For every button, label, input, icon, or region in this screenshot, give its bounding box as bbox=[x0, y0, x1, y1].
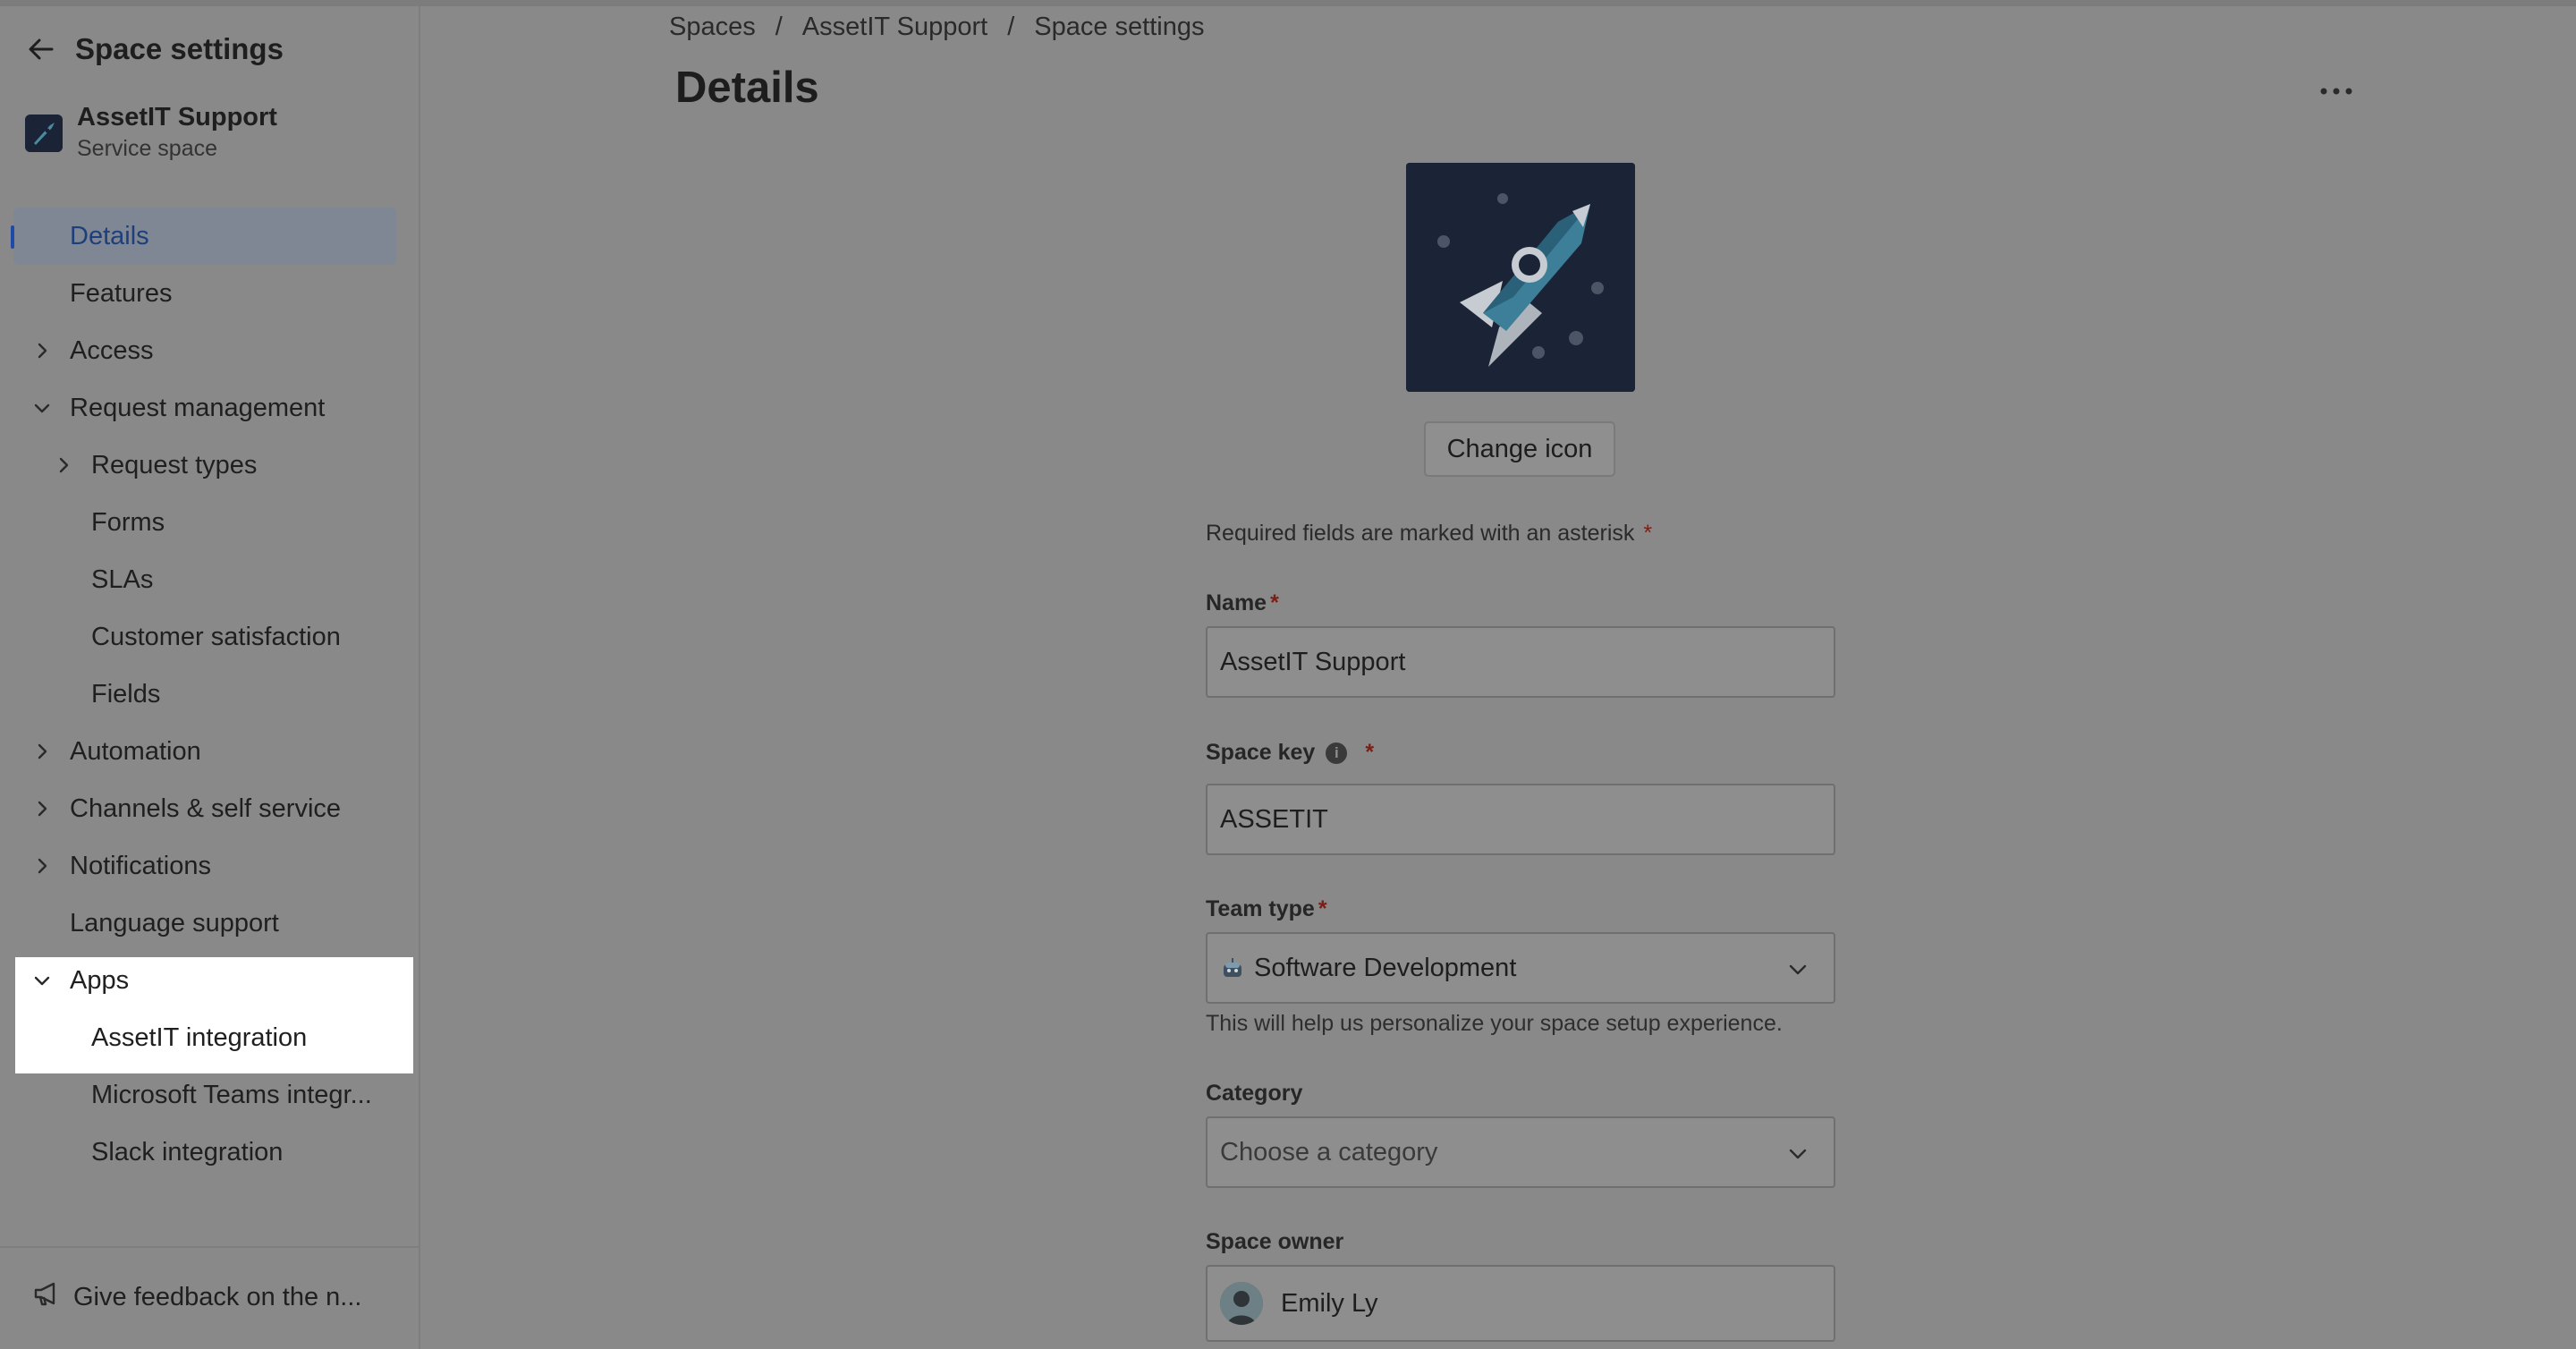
team-type-value: Software Development bbox=[1254, 953, 1517, 982]
space-key-input[interactable]: ASSETIT bbox=[1206, 784, 1835, 855]
team-type-select[interactable]: Software Development bbox=[1206, 932, 1835, 1004]
chevron-down-icon bbox=[1785, 957, 1810, 982]
chevron-right-icon[interactable] bbox=[30, 338, 55, 363]
sidebar-item-label: Fields bbox=[91, 679, 161, 708]
chevron-right-icon[interactable] bbox=[51, 453, 76, 478]
sidebar-item-channels[interactable]: Channels & self service bbox=[13, 780, 396, 837]
sidebar-item-request-management[interactable]: Request management bbox=[13, 379, 396, 437]
sidebar-title: Space settings bbox=[75, 32, 284, 65]
sidebar-item-label: Apps bbox=[70, 965, 130, 995]
sidebar-item-access[interactable]: Access bbox=[13, 322, 396, 379]
sidebar-item-fields[interactable]: Fields bbox=[13, 666, 396, 723]
back-arrow-icon[interactable] bbox=[23, 31, 59, 67]
breadcrumb-item[interactable]: AssetIT Support bbox=[802, 13, 987, 42]
sidebar-item-features[interactable]: Features bbox=[13, 265, 396, 322]
name-label: Name * bbox=[1206, 590, 1279, 616]
sidebar-item-automation[interactable]: Automation bbox=[13, 723, 396, 780]
breadcrumb-separator: / bbox=[775, 12, 783, 41]
sidebar-item-label: AssetIT integration bbox=[91, 1022, 308, 1052]
sidebar-item-assetit-integration[interactable]: AssetIT integration bbox=[13, 1009, 396, 1066]
chevron-right-icon[interactable] bbox=[30, 796, 55, 821]
change-icon-button[interactable]: Change icon bbox=[1424, 421, 1615, 477]
category-select[interactable]: Choose a category bbox=[1206, 1116, 1835, 1188]
sidebar-header: Space settings bbox=[23, 27, 284, 72]
category-label: Category bbox=[1206, 1081, 1302, 1107]
feedback-label: Give feedback on the n... bbox=[73, 1282, 362, 1311]
space-key-input-value: ASSETIT bbox=[1220, 804, 1328, 834]
sidebar-bottom-divider bbox=[0, 1246, 419, 1248]
breadcrumb-item[interactable]: Spaces bbox=[669, 13, 756, 42]
space-key-label-text: Space key bbox=[1206, 740, 1316, 765]
sidebar-item-label: Channels & self service bbox=[70, 793, 342, 823]
space-owner-value: Emily Ly bbox=[1281, 1288, 1378, 1318]
project-header: AssetIT Support Service space bbox=[25, 100, 277, 163]
sidebar-item-label: Access bbox=[70, 335, 154, 365]
sidebar-item-label: Customer satisfaction bbox=[91, 622, 341, 651]
sidebar-item-language-support[interactable]: Language support bbox=[13, 895, 396, 952]
project-avatar bbox=[25, 115, 63, 152]
chevron-down-icon[interactable] bbox=[30, 395, 55, 420]
top-border bbox=[0, 0, 2576, 6]
project-type: Service space bbox=[77, 136, 218, 161]
required-asterisk: * bbox=[1318, 896, 1327, 921]
sidebar-item-label: Request management bbox=[70, 393, 326, 422]
sidebar-item-label: Slack integration bbox=[91, 1137, 284, 1167]
more-options-button[interactable] bbox=[2315, 75, 2358, 107]
name-input[interactable]: AssetIT Support bbox=[1206, 626, 1835, 698]
more-icon bbox=[2320, 88, 2352, 95]
sidebar-item-label: Forms bbox=[91, 507, 165, 537]
page-title: Details bbox=[675, 64, 819, 112]
robot-icon bbox=[1220, 955, 1245, 980]
sidebar-item-details[interactable]: Details bbox=[13, 208, 396, 265]
category-label-text: Category bbox=[1206, 1081, 1303, 1106]
chevron-right-icon[interactable] bbox=[30, 853, 55, 878]
sidebar-item-label: Notifications bbox=[70, 851, 211, 880]
space-owner-picker[interactable]: Emily Ly bbox=[1206, 1265, 1835, 1342]
selected-indicator bbox=[11, 225, 14, 249]
feedback-button[interactable]: Give feedback on the n... bbox=[32, 1275, 361, 1319]
name-input-value: AssetIT Support bbox=[1220, 647, 1406, 676]
sidebar-item-forms[interactable]: Forms bbox=[13, 494, 396, 551]
sidebar-item-label: Microsoft Teams integr... bbox=[91, 1080, 372, 1109]
sidebar-item-label: SLAs bbox=[91, 564, 154, 594]
required-asterisk: * bbox=[1270, 590, 1279, 615]
space-owner-label: Space owner bbox=[1206, 1229, 1343, 1255]
sidebar-item-label: Language support bbox=[70, 908, 279, 938]
category-placeholder: Choose a category bbox=[1220, 1137, 1438, 1167]
chevron-right-icon[interactable] bbox=[30, 739, 55, 764]
avatar bbox=[1220, 1282, 1263, 1325]
required-asterisk: * bbox=[1643, 521, 1653, 546]
breadcrumb: Spaces / AssetIT Support / Space setting… bbox=[669, 9, 1205, 45]
chevron-down-icon[interactable] bbox=[30, 968, 55, 993]
sidebar-item-notifications[interactable]: Notifications bbox=[13, 837, 396, 895]
required-fields-note: Required fields are marked with an aster… bbox=[1206, 521, 1652, 547]
sidebar-item-apps[interactable]: Apps bbox=[13, 952, 396, 1009]
team-type-helper: This will help us personalize your space… bbox=[1206, 1011, 1783, 1036]
sidebar-item-label: Features bbox=[70, 278, 173, 308]
sidebar-item-label: Automation bbox=[70, 736, 201, 766]
breadcrumb-item[interactable]: Space settings bbox=[1034, 13, 1204, 42]
space-key-label: Space key i * bbox=[1206, 740, 1374, 766]
breadcrumb-separator: / bbox=[1007, 12, 1015, 41]
team-type-label: Team type * bbox=[1206, 896, 1327, 922]
megaphone-icon bbox=[32, 1279, 61, 1315]
sidebar-item-slas[interactable]: SLAs bbox=[13, 551, 396, 608]
sidebar-item-label: Details bbox=[70, 221, 149, 250]
name-label-text: Name bbox=[1206, 590, 1267, 615]
sidebar-item-customer-satisfaction[interactable]: Customer satisfaction bbox=[13, 608, 396, 666]
sidebar-item-request-types[interactable]: Request types bbox=[13, 437, 396, 494]
sidebar-item-label: Request types bbox=[91, 450, 258, 479]
team-type-label-text: Team type bbox=[1206, 896, 1315, 921]
space-icon-image bbox=[1406, 163, 1635, 392]
sidebar-divider bbox=[419, 6, 420, 1349]
required-note-text: Required fields are marked with an aster… bbox=[1206, 521, 1635, 546]
chevron-down-icon bbox=[1785, 1141, 1810, 1167]
sidebar-item-microsoft-teams[interactable]: Microsoft Teams integr... bbox=[13, 1066, 396, 1124]
project-name: AssetIT Support bbox=[77, 103, 277, 132]
sidebar-item-slack[interactable]: Slack integration bbox=[13, 1124, 396, 1181]
space-owner-label-text: Space owner bbox=[1206, 1229, 1344, 1254]
info-icon[interactable]: i bbox=[1326, 742, 1348, 764]
required-asterisk: * bbox=[1365, 740, 1375, 765]
